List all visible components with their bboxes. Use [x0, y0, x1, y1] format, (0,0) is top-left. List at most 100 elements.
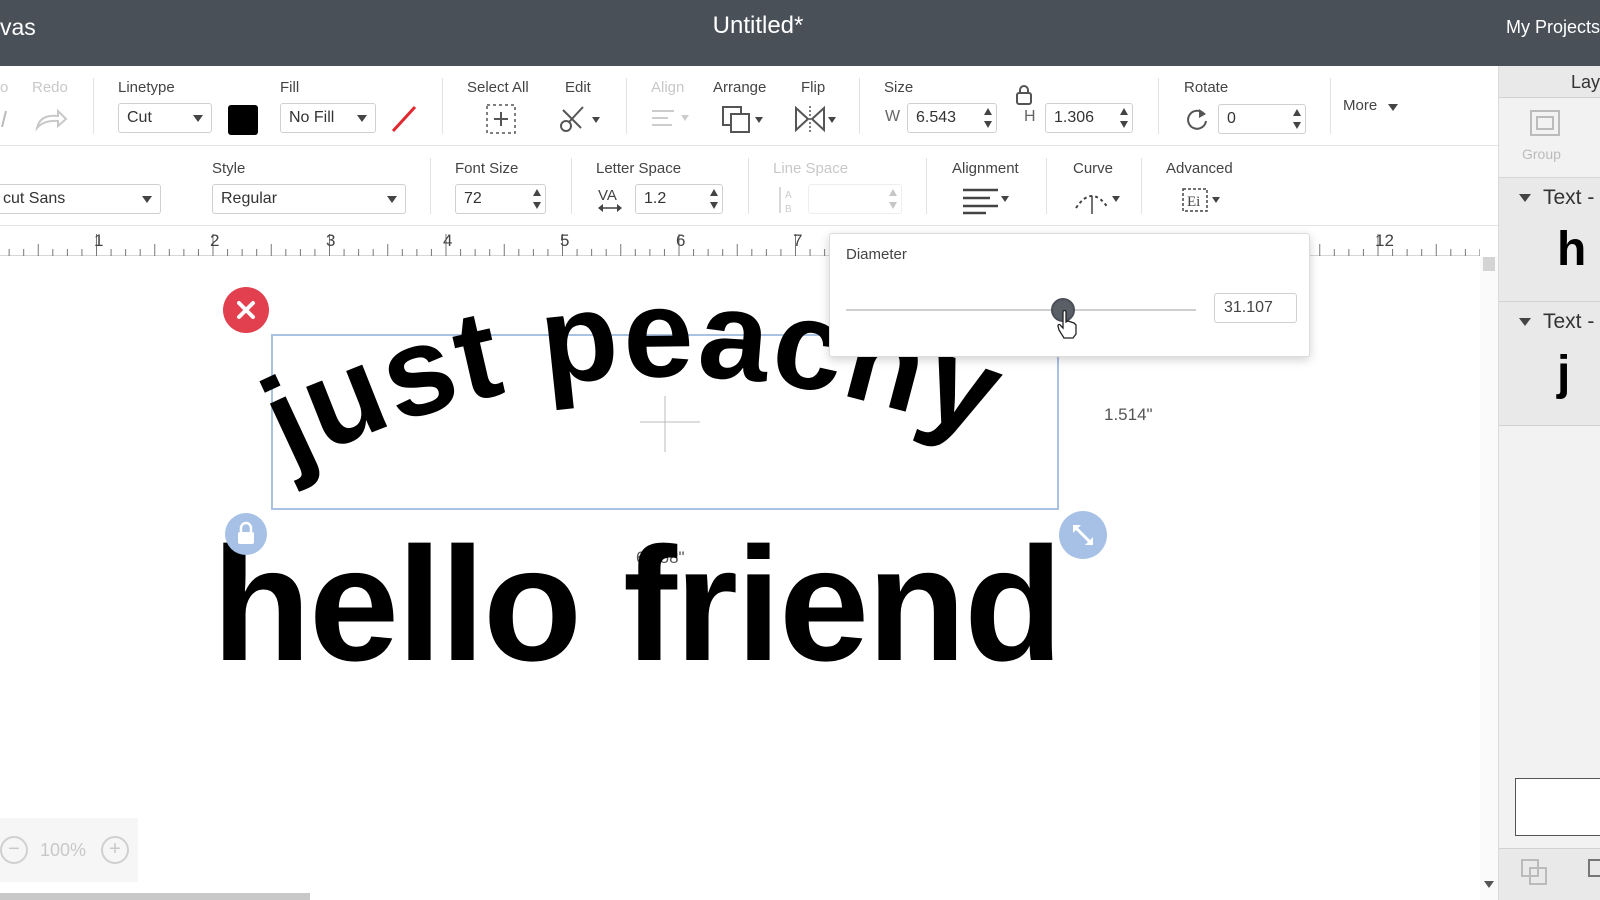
chevron-down-icon	[193, 115, 203, 122]
vertical-scrollbar[interactable]	[1480, 257, 1498, 900]
flip-icon[interactable]	[793, 103, 839, 135]
slice-icon[interactable]	[1519, 857, 1551, 887]
undo-label: o	[0, 79, 9, 96]
font-size-label: Font Size	[455, 160, 519, 177]
width-input[interactable]: 6.543	[907, 103, 997, 133]
style-label: Style	[212, 160, 246, 177]
selection-box[interactable]	[271, 334, 1059, 510]
zoom-out-button[interactable]: −	[0, 836, 28, 864]
scrollbar-thumb[interactable]	[1483, 257, 1495, 271]
undo-icon[interactable]	[0, 107, 10, 131]
align-icon[interactable]	[650, 106, 694, 132]
resize-icon	[1073, 525, 1093, 545]
letter-space-value: 1.2	[644, 190, 667, 207]
redo-label: Redo	[32, 79, 68, 96]
height-input[interactable]: 1.306	[1045, 103, 1133, 133]
edit-toolbar: o Redo Linetype Cut Fill No Fill Select …	[0, 66, 1498, 146]
lock-icon	[238, 521, 254, 544]
zoom-control: − 100% +	[0, 818, 138, 882]
svg-text:VA: VA	[598, 187, 617, 204]
line-space-label: Line Space	[773, 160, 849, 177]
my-projects-link[interactable]: My Projects	[1506, 17, 1600, 38]
letter-space-label: Letter Space	[596, 160, 682, 177]
linetype-color-swatch[interactable]	[228, 105, 258, 135]
ruler-number: 7	[793, 231, 803, 250]
chevron-down-icon	[1388, 104, 1398, 111]
linetype-label: Linetype	[118, 79, 175, 96]
panel-bottom-actions	[1499, 848, 1600, 900]
font-size-value: 72	[464, 190, 482, 207]
diameter-input[interactable]: 31.107	[1214, 293, 1297, 323]
line-space-input[interactable]	[808, 184, 902, 214]
curve-label: Curve	[1073, 160, 1114, 177]
stepper-icon[interactable]	[533, 189, 541, 209]
width-value: 6.543	[916, 109, 957, 126]
weld-icon[interactable]	[1587, 857, 1600, 881]
stepper-icon[interactable]	[710, 189, 718, 209]
rotate-label: Rotate	[1184, 79, 1229, 96]
select-all-icon[interactable]	[484, 102, 518, 136]
hello-friend-text[interactable]: hello friend	[212, 524, 1063, 686]
ruler-number: 1	[94, 231, 104, 250]
curve-icon[interactable]	[1072, 184, 1122, 216]
document-title[interactable]: Untitled*	[0, 12, 1516, 40]
arrange-label: Arrange	[713, 79, 767, 96]
layers-tab-label: Lay	[1571, 72, 1600, 92]
stepper-icon[interactable]	[889, 189, 897, 209]
font-select[interactable]: cut Sans	[0, 184, 161, 214]
linetype-select[interactable]: Cut	[118, 103, 212, 133]
separator	[1046, 158, 1047, 214]
lock-handle[interactable]	[225, 513, 267, 555]
top-bar: vas Untitled* My Projects	[0, 0, 1600, 66]
rotate-value: 0	[1227, 110, 1236, 127]
layer-item[interactable]: Text - j	[1499, 302, 1600, 426]
separator	[442, 78, 443, 134]
layer-name: Text -	[1543, 186, 1595, 209]
stepper-icon[interactable]	[984, 108, 992, 128]
ruler-number: 2	[210, 231, 220, 250]
height-label: H	[1024, 108, 1036, 125]
advanced-icon[interactable]: Ei	[1180, 184, 1224, 216]
stepper-icon[interactable]	[1120, 108, 1128, 128]
size-label: Size	[884, 79, 914, 96]
layer-preview: h	[1557, 223, 1587, 276]
separator	[926, 158, 927, 214]
redo-icon[interactable]	[34, 108, 68, 132]
separator	[1330, 78, 1331, 134]
svg-text:A: A	[785, 190, 792, 201]
letter-space-input[interactable]: 1.2	[635, 184, 723, 214]
zoom-in-button[interactable]: +	[101, 836, 129, 864]
flip-label: Flip	[801, 79, 826, 96]
separator	[859, 78, 860, 134]
layer-item[interactable]: Text - h	[1499, 178, 1600, 302]
fill-select[interactable]: No Fill	[280, 103, 376, 133]
separator	[748, 158, 749, 214]
arrange-icon[interactable]	[720, 102, 766, 136]
delete-handle[interactable]	[223, 287, 269, 333]
group-button[interactable]: Group	[1499, 98, 1600, 178]
chevron-down-icon	[357, 115, 367, 122]
edit-label: Edit	[565, 79, 591, 96]
separator	[93, 78, 94, 134]
align-label: Align	[651, 79, 685, 96]
rotate-input[interactable]: 0	[1218, 104, 1306, 134]
scroll-down-icon[interactable]	[1484, 881, 1494, 888]
fill-pen-icon[interactable]	[389, 103, 421, 135]
diameter-popup: Diameter 31.107	[829, 233, 1310, 357]
svg-text:Ei: Ei	[1187, 194, 1200, 210]
alignment-icon[interactable]	[960, 184, 1012, 216]
resize-handle[interactable]	[1059, 511, 1107, 559]
diameter-slider-track[interactable]	[846, 309, 1196, 311]
layers-tab[interactable]: Lay	[1499, 66, 1600, 98]
font-size-input[interactable]: 72	[455, 184, 546, 214]
canvas-preview[interactable]	[1515, 778, 1600, 836]
horizontal-scrollbar[interactable]	[0, 893, 310, 900]
stepper-icon[interactable]	[1293, 109, 1301, 129]
separator	[430, 158, 431, 214]
lock-icon[interactable]	[1014, 84, 1034, 106]
ruler-number: 6	[676, 231, 686, 250]
edit-scissors-icon[interactable]	[557, 102, 601, 136]
more-menu[interactable]: More	[1343, 97, 1377, 114]
fill-label: Fill	[280, 79, 300, 96]
style-select[interactable]: Regular	[212, 184, 406, 214]
